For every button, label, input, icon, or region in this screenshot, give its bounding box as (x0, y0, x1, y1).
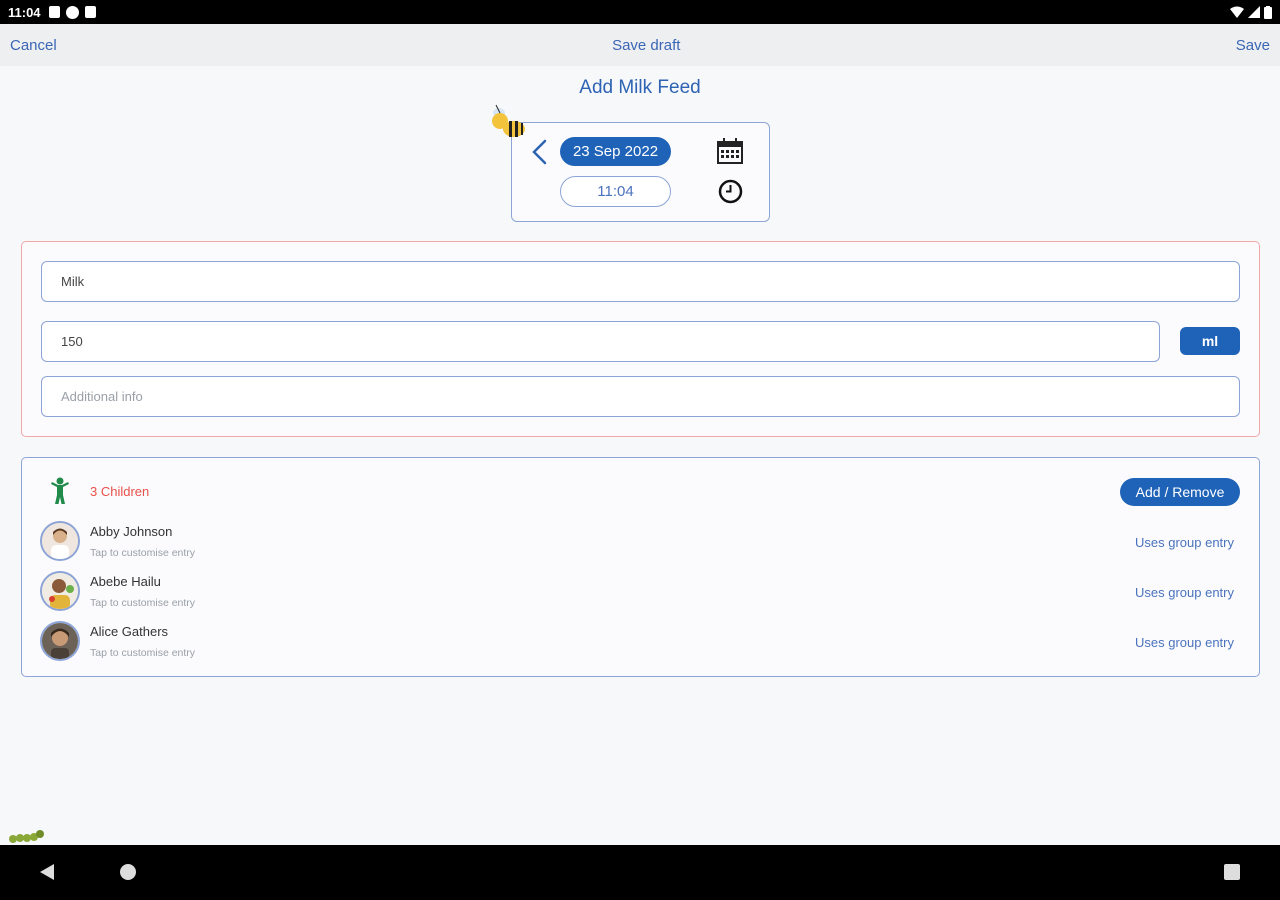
list-item[interactable]: Alice Gathers Tap to customise entry Use… (40, 621, 1240, 665)
child-name: Abebe Hailu (90, 574, 161, 589)
avatar (40, 521, 80, 561)
top-bar: Cancel Save draft Save (0, 24, 1280, 66)
date-picker-button[interactable]: 23 Sep 2022 (560, 137, 671, 166)
battery-icon (1264, 5, 1272, 19)
child-name: Abby Johnson (90, 524, 173, 539)
nav-back-icon[interactable] (38, 862, 56, 882)
nav-home-icon[interactable] (120, 864, 136, 880)
group-entry-status: Uses group entry (1135, 585, 1234, 600)
save-draft-button[interactable]: Save draft (612, 37, 680, 54)
notification-icon (48, 6, 60, 18)
clock-icon[interactable] (718, 179, 743, 204)
child-hint: Tap to customise entry (90, 597, 196, 609)
list-item[interactable]: Abebe Hailu Tap to customise entry Uses … (40, 571, 1240, 615)
additional-info-field[interactable]: Additional info (41, 376, 1240, 417)
app-notification-icon (65, 5, 79, 19)
signal-icon (1248, 6, 1260, 18)
chevron-left-icon[interactable] (529, 138, 551, 166)
feed-type-field[interactable]: Milk (41, 261, 1240, 302)
cancel-button[interactable]: Cancel (10, 37, 57, 54)
status-bar: 11:04 (0, 0, 1280, 24)
sim-icon (84, 6, 96, 18)
calendar-icon[interactable] (716, 137, 744, 165)
list-item[interactable]: Abby Johnson Tap to customise entry Uses… (40, 521, 1240, 565)
navigation-bar (0, 845, 1280, 900)
amount-field[interactable]: 150 (41, 321, 1160, 362)
wifi-icon (1230, 6, 1244, 18)
group-entry-status: Uses group entry (1135, 535, 1234, 550)
child-icon (51, 477, 69, 504)
nav-recents-icon[interactable] (1224, 864, 1240, 880)
page-title: Add Milk Feed (579, 77, 701, 98)
child-hint: Tap to customise entry (90, 547, 196, 559)
group-entry-status: Uses group entry (1135, 635, 1234, 650)
child-name: Alice Gathers (90, 624, 169, 639)
child-hint: Tap to customise entry (90, 647, 196, 659)
bee-icon (492, 104, 525, 137)
unit-button[interactable]: ml (1180, 327, 1240, 355)
avatar (40, 621, 80, 661)
status-time: 11:04 (8, 4, 41, 20)
children-count: 3 Children (90, 484, 150, 499)
save-button[interactable]: Save (1236, 37, 1270, 54)
avatar (40, 571, 80, 611)
add-remove-button[interactable]: Add / Remove (1120, 478, 1240, 506)
caterpillar-icon (9, 830, 44, 843)
time-picker-button[interactable]: 11:04 (560, 176, 671, 207)
